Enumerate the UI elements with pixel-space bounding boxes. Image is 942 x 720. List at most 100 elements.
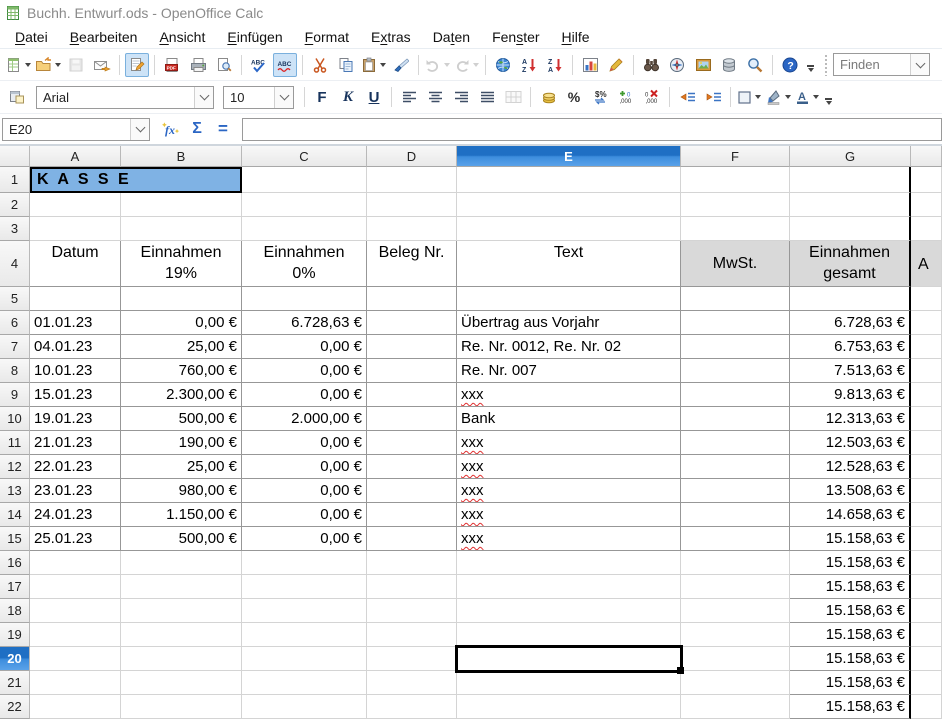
cell-B15[interactable]: 500,00 € [121,527,242,551]
column-header-H[interactable] [911,146,942,167]
cell-C10[interactable]: 2.000,00 € [242,407,367,431]
cell-F17[interactable] [681,575,790,599]
menu-ansicht[interactable]: Ansicht [148,26,216,48]
cell-E22[interactable] [457,695,681,719]
cell-F1[interactable] [681,167,790,193]
align-left-button[interactable] [397,85,421,109]
cell-B10[interactable]: 500,00 € [121,407,242,431]
cell-C22[interactable] [242,695,367,719]
background-color-dropdown-arrow[interactable] [785,95,791,99]
row-header-1[interactable]: 1 [0,167,30,193]
cell-D5[interactable] [367,287,457,311]
row-header-17[interactable]: 17 [0,575,30,599]
cell-C8[interactable]: 0,00 € [242,359,367,383]
cell-D6[interactable] [367,311,457,335]
open-button[interactable] [34,53,62,77]
help-button[interactable]: ? [778,53,802,77]
currency-format-button[interactable] [536,85,560,109]
cell-F10[interactable] [681,407,790,431]
cell-A15[interactable]: 25.01.23 [30,527,121,551]
cell-C15[interactable]: 0,00 € [242,527,367,551]
cell-F14[interactable] [681,503,790,527]
cell-B21[interactable] [121,671,242,695]
cell-F7[interactable] [681,335,790,359]
cell-G17[interactable]: 15.158,63 € [790,575,911,599]
menu-hilfe[interactable]: Hilfe [551,26,601,48]
column-header-F[interactable]: F [681,146,790,167]
find-replace-button[interactable] [639,53,663,77]
sort-ascending-button[interactable]: A Z [517,53,541,77]
column-header-E[interactable]: E [457,146,681,167]
cell-C17[interactable] [242,575,367,599]
add-decimal-button[interactable]: 0 ,000 [614,85,638,109]
standard-format-button[interactable]: $% [588,85,612,109]
borders-dropdown-arrow[interactable] [755,95,761,99]
cell-E1[interactable] [457,167,681,193]
cell-H20[interactable] [911,647,942,671]
cell-B2[interactable] [121,193,242,217]
row-header-13[interactable]: 13 [0,479,30,503]
cell-A22[interactable] [30,695,121,719]
cell-F19[interactable] [681,623,790,647]
font-name-value[interactable]: Arial [37,90,194,105]
cell-B4[interactable]: Einnahmen 19% [121,241,242,287]
cell-G18[interactable]: 15.158,63 € [790,599,911,623]
cell-A1[interactable]: K A S S E [30,167,242,193]
selection-fill-handle[interactable] [677,667,684,674]
row-header-9[interactable]: 9 [0,383,30,407]
cell-E16[interactable] [457,551,681,575]
cell-C12[interactable]: 0,00 € [242,455,367,479]
row-header-6[interactable]: 6 [0,311,30,335]
row-header-16[interactable]: 16 [0,551,30,575]
cell-D13[interactable] [367,479,457,503]
cell-F11[interactable] [681,431,790,455]
cell-G14[interactable]: 14.658,63 € [790,503,911,527]
menu-daten[interactable]: Daten [422,26,481,48]
menu-datei[interactable]: Datei [4,26,59,48]
cell-E2[interactable] [457,193,681,217]
cell-C6[interactable]: 6.728,63 € [242,311,367,335]
cell-D9[interactable] [367,383,457,407]
cell-G9[interactable]: 9.813,63 € [790,383,911,407]
cell-G19[interactable]: 15.158,63 € [790,623,911,647]
cell-C14[interactable]: 0,00 € [242,503,367,527]
cell-D16[interactable] [367,551,457,575]
selected-cell-outline[interactable] [455,645,683,673]
cell-B6[interactable]: 0,00 € [121,311,242,335]
cell-G20[interactable]: 15.158,63 € [790,647,911,671]
cell-A3[interactable] [30,217,121,241]
function-wizard-button[interactable]: fx [158,117,184,141]
cell-H11[interactable] [911,431,942,455]
cell-H6[interactable] [911,311,942,335]
cell-F8[interactable] [681,359,790,383]
find-input[interactable]: Finden [834,57,910,72]
cell-H10[interactable] [911,407,942,431]
select-all-corner[interactable] [0,146,30,167]
draw-functions-button[interactable] [604,53,628,77]
cell-H21[interactable] [911,671,942,695]
cell-H1[interactable] [911,167,942,193]
cell-B17[interactable] [121,575,242,599]
cell-A2[interactable] [30,193,121,217]
cell-A11[interactable]: 21.01.23 [30,431,121,455]
cell-C9[interactable]: 0,00 € [242,383,367,407]
cell-D19[interactable] [367,623,457,647]
hyperlink-button[interactable] [491,53,515,77]
data-sources-button[interactable] [717,53,741,77]
cell-E21[interactable] [457,671,681,695]
cell-H16[interactable] [911,551,942,575]
cell-G6[interactable]: 6.728,63 € [790,311,911,335]
cell-B19[interactable] [121,623,242,647]
cell-H17[interactable] [911,575,942,599]
spellcheck-button[interactable]: ABC [247,53,271,77]
cell-F9[interactable] [681,383,790,407]
find-toolbar-combo[interactable]: Finden [833,53,930,76]
cell-D1[interactable] [367,167,457,193]
row-header-11[interactable]: 11 [0,431,30,455]
cell-C4[interactable]: Einnahmen 0% [242,241,367,287]
cell-H19[interactable] [911,623,942,647]
cell-H22[interactable] [911,695,942,719]
find-dropdown-button[interactable] [910,54,929,75]
font-color-button[interactable]: A [794,85,820,109]
cell-F22[interactable] [681,695,790,719]
